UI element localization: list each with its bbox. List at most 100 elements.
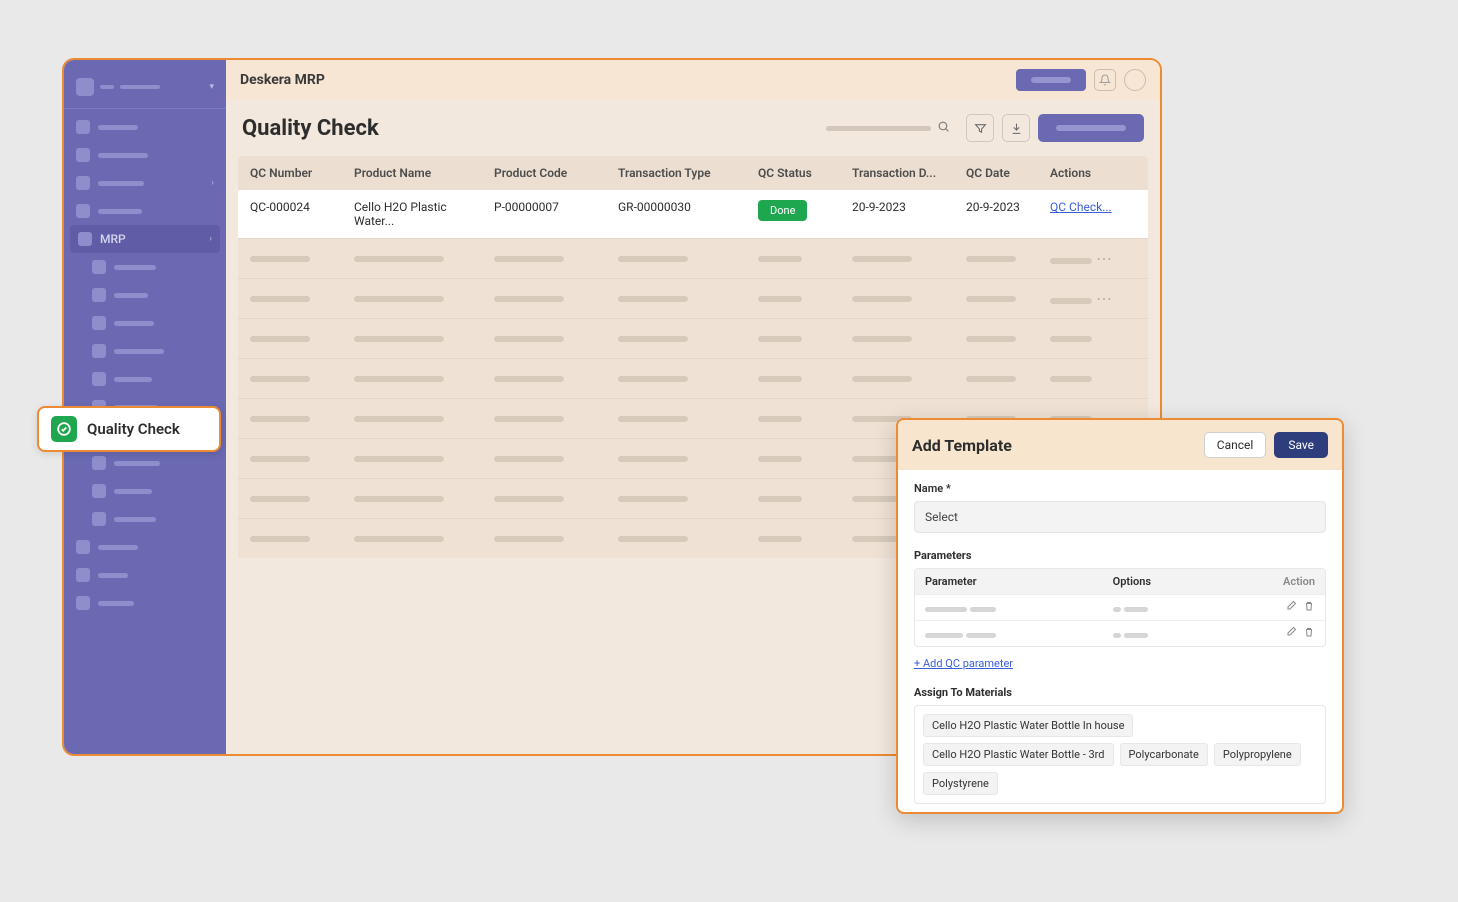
- nav-icon: [76, 120, 90, 134]
- placeholder-text: [98, 181, 144, 186]
- table-row-placeholder: [238, 358, 1148, 398]
- divider: [64, 108, 226, 109]
- col-qc-number[interactable]: QC Number: [238, 156, 342, 190]
- col-transaction-type[interactable]: Transaction Type: [606, 156, 746, 190]
- delete-icon[interactable]: [1303, 626, 1315, 641]
- nav-icon: [92, 484, 106, 498]
- nav-icon: [92, 344, 106, 358]
- nav-icon: [78, 232, 92, 246]
- sidebar-item[interactable]: ›: [64, 169, 226, 197]
- param-table-header: Parameter Options Action: [915, 569, 1325, 594]
- app-title: Deskera MRP: [240, 72, 325, 88]
- search-icon: [937, 120, 950, 137]
- col-qc-date[interactable]: QC Date: [954, 156, 1038, 190]
- cell-actions: QC Check...: [1038, 190, 1138, 238]
- nav-icon: [76, 176, 90, 190]
- cell-qc-status: Done: [746, 190, 840, 238]
- modal-header: Add Template Cancel Save: [898, 420, 1342, 470]
- nav-icon: [76, 568, 90, 582]
- cell-product-name: Cello H2O Plastic Water...: [342, 190, 482, 238]
- nav-icon: [76, 596, 90, 610]
- edit-icon[interactable]: [1285, 626, 1297, 641]
- topbar: Deskera MRP: [226, 60, 1160, 100]
- sidebar-item-mrp[interactable]: MRP ›: [70, 225, 220, 253]
- param-col-action: Action: [1269, 575, 1315, 588]
- material-chip[interactable]: Polycarbonate: [1120, 743, 1208, 766]
- placeholder-text: [98, 153, 148, 158]
- sidebar-subitem[interactable]: [64, 505, 226, 533]
- nav-icon: [92, 260, 106, 274]
- delete-icon[interactable]: [1303, 600, 1315, 615]
- sidebar-brand[interactable]: ▾: [64, 70, 226, 104]
- name-label: Name *: [914, 482, 1326, 495]
- placeholder-text: [826, 126, 931, 131]
- material-chip[interactable]: Polypropylene: [1214, 743, 1301, 766]
- sidebar-subitem[interactable]: [64, 365, 226, 393]
- sidebar-mrp-label: MRP: [100, 232, 126, 246]
- param-col-options: Options: [1113, 575, 1269, 588]
- page-title: Quality Check: [242, 116, 379, 141]
- modal-body: Name * Select Parameters Parameter Optio…: [898, 470, 1342, 812]
- modal-title: Add Template: [912, 436, 1012, 455]
- nav-icon: [92, 456, 106, 470]
- placeholder-text: [114, 489, 152, 494]
- material-chip[interactable]: Polystyrene: [923, 772, 998, 795]
- table-header: QC Number Product Name Product Code Tran…: [238, 156, 1148, 190]
- sidebar-item[interactable]: [64, 561, 226, 589]
- sidebar-item[interactable]: [64, 197, 226, 225]
- col-product-code[interactable]: Product Code: [482, 156, 606, 190]
- search-input[interactable]: [818, 114, 958, 142]
- check-icon: [51, 416, 77, 442]
- col-product-name[interactable]: Product Name: [342, 156, 482, 190]
- sidebar-item[interactable]: [64, 113, 226, 141]
- col-transaction-date[interactable]: Transaction D...: [840, 156, 954, 190]
- bell-icon[interactable]: [1094, 69, 1116, 91]
- save-button[interactable]: Save: [1274, 432, 1328, 458]
- table-row[interactable]: QC-000024 Cello H2O Plastic Water... P-0…: [238, 190, 1148, 238]
- sidebar-subitem[interactable]: [64, 477, 226, 505]
- cell-qc-date: 20-9-2023: [954, 190, 1038, 238]
- sidebar-subitem[interactable]: [64, 281, 226, 309]
- export-button[interactable]: [1002, 114, 1030, 142]
- col-actions[interactable]: Actions: [1038, 156, 1138, 190]
- nav-icon: [76, 204, 90, 218]
- materials-chips: Cello H2O Plastic Water Bottle In house …: [914, 705, 1326, 804]
- sidebar-item[interactable]: [64, 533, 226, 561]
- material-chip[interactable]: Cello H2O Plastic Water Bottle In house: [923, 714, 1133, 737]
- sidebar-subitem[interactable]: [64, 337, 226, 365]
- placeholder-text: [114, 321, 154, 326]
- add-template-modal: Add Template Cancel Save Name * Select P…: [896, 418, 1344, 814]
- placeholder-text: [98, 601, 134, 606]
- chevron-right-icon: ›: [209, 234, 212, 244]
- topbar-primary-button[interactable]: [1016, 69, 1086, 91]
- nav-icon: [92, 512, 106, 526]
- material-chip[interactable]: Cello H2O Plastic Water Bottle - 3rd: [923, 743, 1114, 766]
- filter-button[interactable]: [966, 114, 994, 142]
- sidebar-item[interactable]: [64, 589, 226, 617]
- cell-product-code: P-00000007: [482, 190, 606, 238]
- placeholder-text: [98, 125, 138, 130]
- sidebar-item[interactable]: [64, 141, 226, 169]
- nav-icon: [76, 148, 90, 162]
- sidebar-subitem[interactable]: [64, 253, 226, 281]
- sidebar-subitem[interactable]: [64, 449, 226, 477]
- chevron-down-icon: ▾: [209, 82, 214, 92]
- name-select[interactable]: Select: [914, 501, 1326, 533]
- primary-action-button[interactable]: [1038, 114, 1144, 142]
- cell-transaction-date: 20-9-2023: [840, 190, 954, 238]
- cancel-button[interactable]: Cancel: [1204, 432, 1267, 458]
- placeholder-line: [120, 85, 160, 89]
- nav-icon: [92, 288, 106, 302]
- qc-check-link[interactable]: QC Check...: [1050, 200, 1112, 214]
- edit-icon[interactable]: [1285, 600, 1297, 615]
- nav-icon: [92, 372, 106, 386]
- placeholder-text: [98, 545, 138, 550]
- placeholder-text: [98, 573, 128, 578]
- chevron-right-icon: ›: [211, 178, 214, 188]
- col-qc-status[interactable]: QC Status: [746, 156, 840, 190]
- user-avatar[interactable]: [1124, 69, 1146, 91]
- nav-icon: [92, 316, 106, 330]
- add-qc-parameter-link[interactable]: + Add QC parameter: [914, 657, 1013, 670]
- sidebar-subitem[interactable]: [64, 309, 226, 337]
- floating-quality-check-tag[interactable]: Quality Check: [37, 406, 221, 452]
